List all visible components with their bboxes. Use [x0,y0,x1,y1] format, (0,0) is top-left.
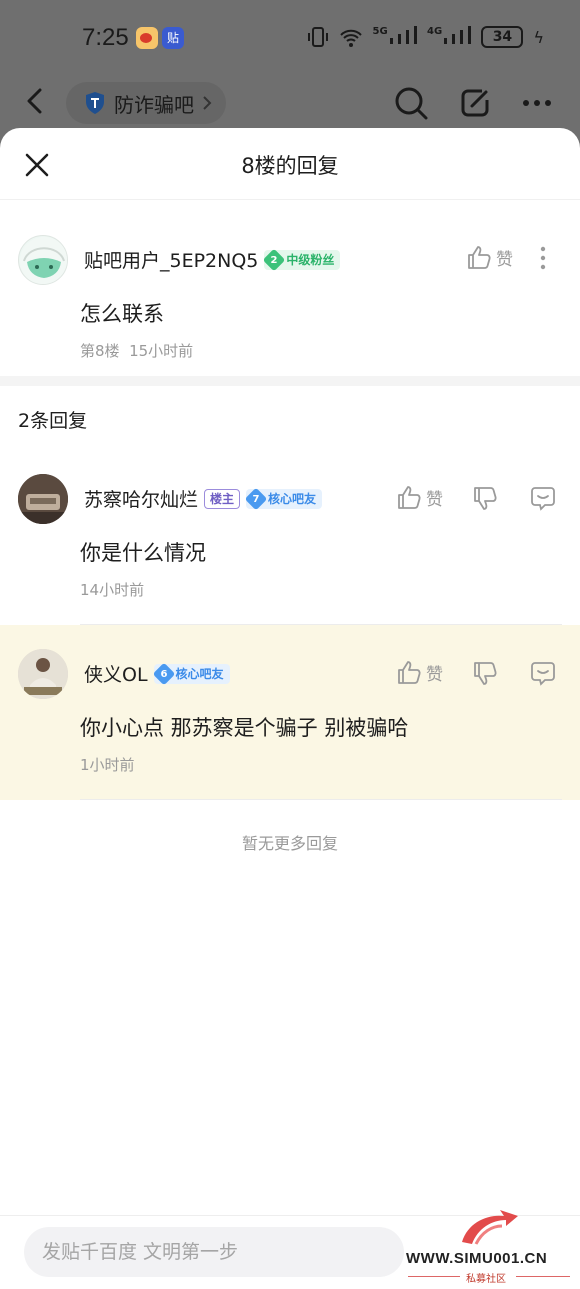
fan-level-badge: 7 核心吧友 [244,487,323,510]
like-label: 赞 [496,249,513,270]
like-label: 赞 [426,489,443,510]
thumbs-down-icon[interactable] [472,486,498,512]
vibrate-icon [307,27,328,47]
post-author-name[interactable]: 贴吧用户_5EP2NQ5 [84,246,258,273]
reply-content: 你是什么情况 [80,541,206,565]
reply-author[interactable]: 苏察哈尔灿烂 楼主 7 核心吧友 [84,485,323,512]
avatar[interactable] [18,649,68,699]
avatar[interactable] [18,474,68,524]
chevron-right-icon [203,96,212,110]
status-bar: 7:25 贴 5G 4G 34 ϟ [0,0,580,80]
badge-label: 中级粉丝 [286,253,335,267]
fan-level-badge: 2 中级粉丝 [263,248,341,271]
tieba-icon: 贴 [162,27,184,49]
back-icon[interactable] [24,88,46,114]
reply-author-name[interactable]: 苏察哈尔灿烂 [84,485,198,512]
reply-divider [80,799,562,800]
replies-count: 2条回复 [18,410,88,432]
fan-level-badge: 6 核心吧友 [152,662,230,685]
watermark-text: WWW.SIMU001.CN [406,1250,548,1267]
watermark: WWW.SIMU001.CN 私募社区 [404,1210,580,1289]
badge-label: 核心吧友 [268,492,317,506]
watermark-line-right [516,1276,570,1277]
badge-level-number: 7 [252,493,260,504]
post-meta: 第8楼 15小时前 [80,340,193,361]
thumbs-up-icon [468,246,491,269]
reply-input[interactable]: 发贴千百度 文明第一步 [24,1227,404,1277]
top-app-bar: 防诈骗吧 [0,80,580,130]
watermark-subtext: 私募社区 [466,1274,506,1285]
no-more-replies: 暂无更多回复 [241,834,338,853]
badge-level-number: 6 [160,668,168,679]
reply-sheet: 8楼的回复 贴吧用户_5EP2NQ5 2 中级粉丝 赞 怎么联系 第8楼 15小… [0,128,580,1289]
badge-label: 核心吧友 [175,667,224,681]
shield-icon [86,92,104,114]
reply-icon[interactable] [530,660,556,686]
post-content: 怎么联系 [80,302,164,326]
section-divider [0,376,580,386]
network-5g-label: 5G [372,26,388,37]
bottom-composer: 发贴千百度 文明第一步 WWW.SIMU001.CN 私募社区 [0,1210,580,1289]
like-button[interactable]: 赞 [396,484,443,510]
sheet-title: 8楼的回复 [241,154,339,178]
badge-level-number: 2 [270,254,278,265]
like-label: 赞 [426,664,443,685]
like-button[interactable]: 赞 [466,244,513,270]
more-vertical-icon[interactable] [540,246,546,270]
edit-icon[interactable] [460,88,490,118]
forum-pill[interactable]: 防诈骗吧 [66,82,226,124]
search-icon[interactable] [394,86,428,120]
reply-icon[interactable] [530,485,556,511]
forum-name: 防诈骗吧 [114,92,194,117]
weibo-icon [136,27,158,49]
sheet-header: 8楼的回复 [0,128,580,200]
host-tag: 楼主 [204,488,241,509]
reply-author[interactable]: 侠义OL 6 核心吧友 [84,660,230,687]
watermark-logo-icon [462,1210,518,1245]
signal-icon: 5G [373,26,417,48]
thumbs-up-icon [398,661,421,684]
reply-time: 1小时前 [80,756,135,774]
post-time: 15小时前 [129,342,194,360]
post-author[interactable]: 贴吧用户_5EP2NQ5 2 中级粉丝 [84,246,341,273]
like-button[interactable]: 赞 [396,659,443,685]
charging-icon: ϟ [533,27,544,47]
status-time: 7:25 [82,24,129,51]
battery-icon: 34 [481,26,524,48]
thumbs-down-icon[interactable] [472,661,498,687]
signal-icon-secondary: 4G [426,26,472,48]
more-icon[interactable] [522,99,552,107]
wifi-icon [339,29,362,47]
network-4g-label: 4G [426,26,443,37]
post-floor: 第8楼 [80,342,120,360]
watermark-line-left [408,1276,460,1277]
avatar[interactable] [18,235,68,285]
reply-time: 14小时前 [80,581,145,599]
reply-content: 你小心点 那苏察是个骗子 别被骗哈 [80,716,409,740]
reply-author-name[interactable]: 侠义OL [84,660,148,687]
thumbs-up-icon [398,486,421,509]
